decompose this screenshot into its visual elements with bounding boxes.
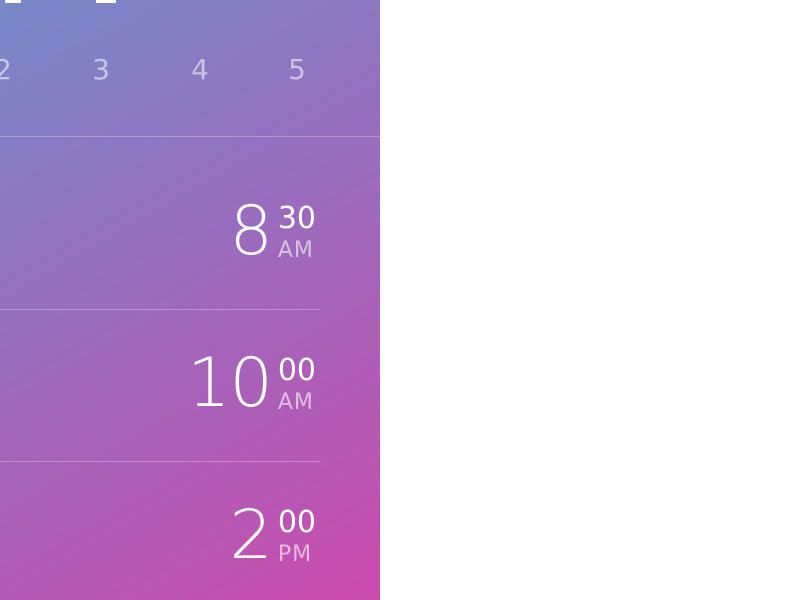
schedule-panel: 2 3 4 5 8 30 AM 10 00 AM 2 00 PM <box>0 0 380 600</box>
time-slot[interactable]: 2 00 PM <box>0 464 380 600</box>
time-minutes: 30 <box>277 201 316 236</box>
tab-indicator-active <box>96 0 116 3</box>
time-minutes: 00 <box>277 505 316 540</box>
tab-indicator-left <box>5 0 21 3</box>
header-divider <box>0 136 380 137</box>
top-tab-indicators <box>0 0 380 6</box>
day-item[interactable]: 4 <box>180 50 220 90</box>
time-period: AM <box>277 390 314 415</box>
time-display: 10 00 AM <box>187 312 316 432</box>
slot-divider <box>0 309 321 310</box>
day-selector: 2 3 4 5 <box>0 50 380 90</box>
time-hour: 2 <box>229 496 273 575</box>
time-display: 2 00 PM <box>230 464 316 584</box>
time-slot[interactable]: 10 00 AM <box>0 312 380 462</box>
time-period: AM <box>277 238 314 263</box>
day-item[interactable]: 5 <box>277 50 317 90</box>
time-display: 8 30 AM <box>230 160 316 280</box>
day-item[interactable]: 2 <box>0 50 23 90</box>
time-minutes-group: 30 AM <box>278 204 316 262</box>
time-period: PM <box>277 542 313 567</box>
time-minutes-group: 00 AM <box>278 356 316 414</box>
time-minutes: 00 <box>277 353 316 388</box>
time-slot[interactable]: 8 30 AM <box>0 160 380 310</box>
time-minutes-group: 00 PM <box>278 508 316 566</box>
time-hour: 10 <box>187 344 273 423</box>
time-hour: 8 <box>229 192 273 271</box>
slot-divider <box>0 461 321 462</box>
day-item[interactable]: 3 <box>81 50 121 90</box>
